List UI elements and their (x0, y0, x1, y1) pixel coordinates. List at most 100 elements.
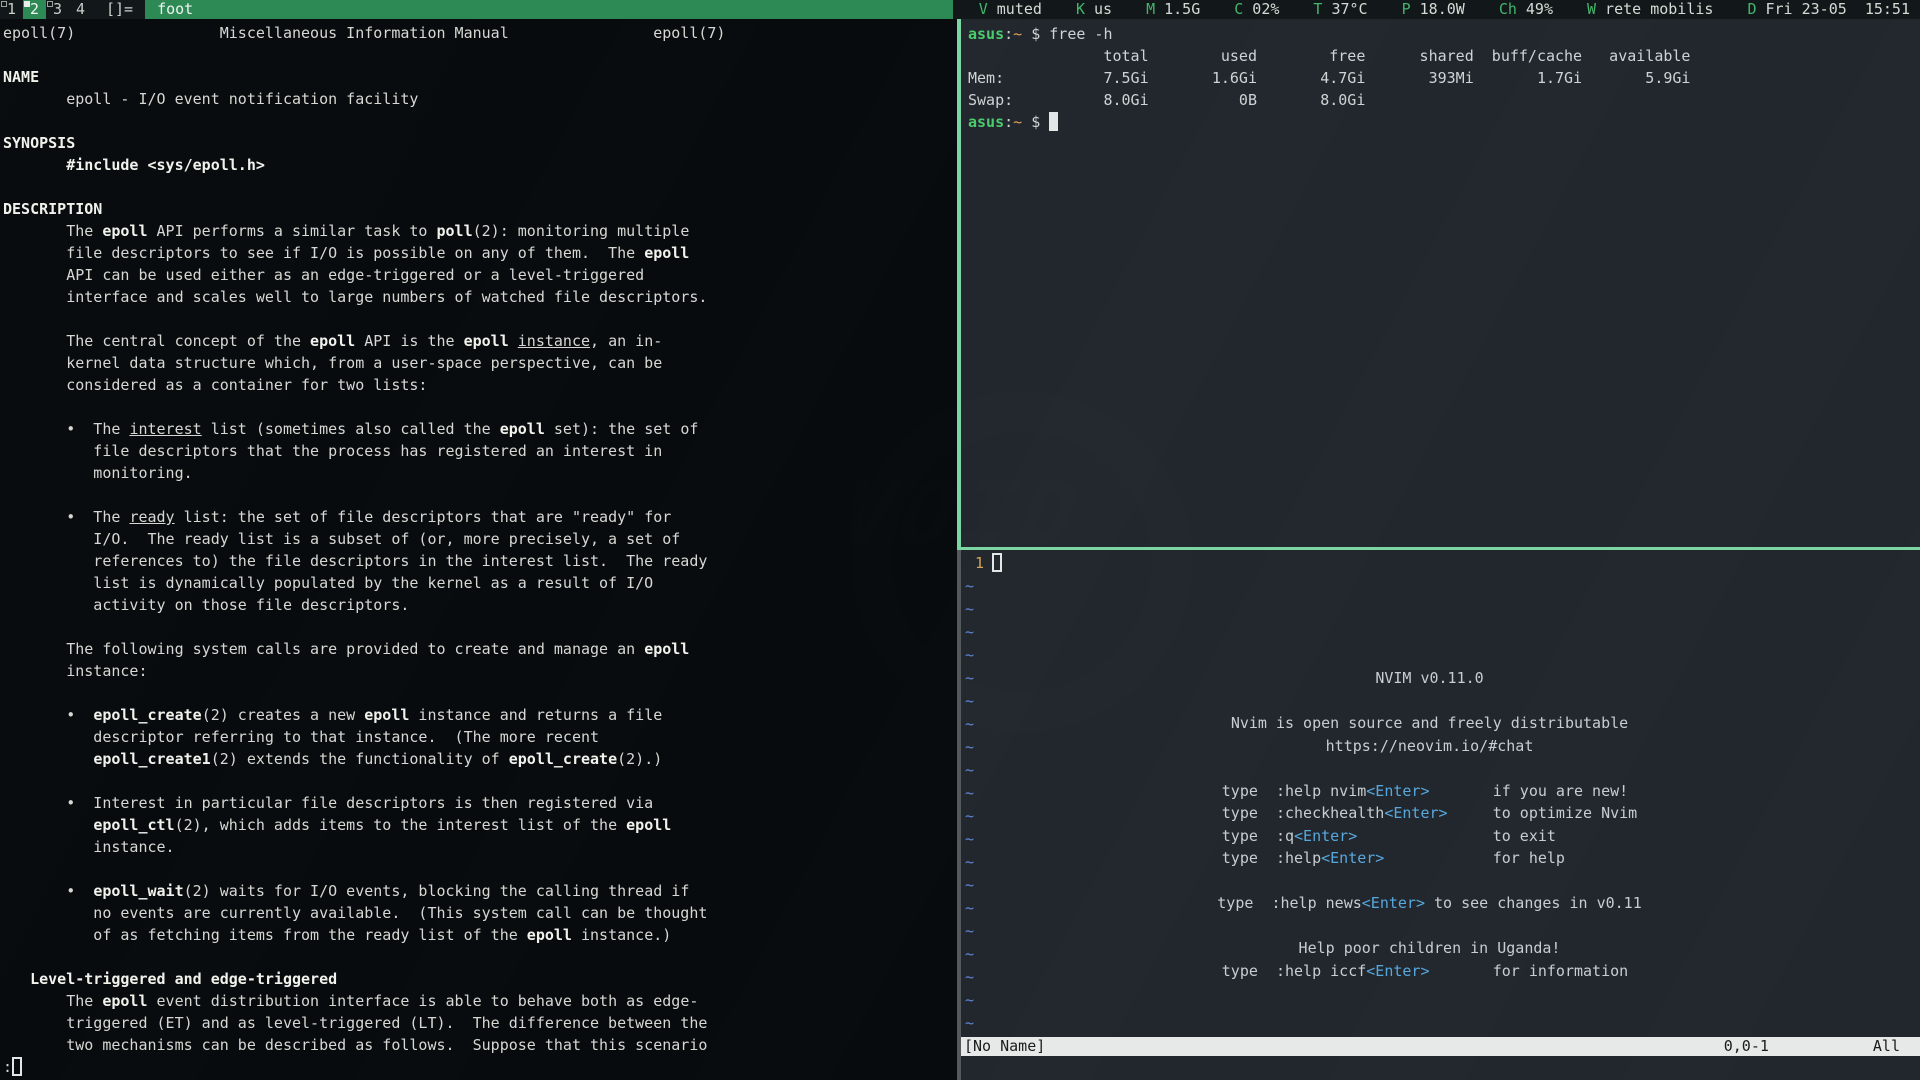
man-page-line: no events are currently available. (This… (3, 902, 957, 924)
shell-line: Swap: 8.0Gi 0B 8.0Gi (968, 89, 1920, 111)
status-m: M 1.5G (1146, 0, 1200, 19)
man-page-line: instance: (3, 660, 957, 682)
status-t: T 37°C (1313, 0, 1367, 19)
shell-output: asus:~ $ free -h total used free shared … (968, 23, 1920, 133)
tag-client-indicator (1, 1, 7, 7)
status-d: D Fri 23-05 15:51 (1747, 0, 1910, 19)
man-page-line (3, 946, 957, 968)
terminal-manpage-pane[interactable]: epoll(7) Miscellaneous Information Manua… (0, 19, 957, 1080)
nvim-intro-line (961, 870, 1898, 893)
tag-label: 2 (30, 0, 39, 18)
focused-border-vertical (957, 19, 961, 550)
focused-border-horizontal (961, 547, 1920, 550)
nvim-tilde: ~ (965, 989, 974, 1012)
man-page-line (3, 616, 957, 638)
man-page-line: Level-triggered and edge-triggered (3, 968, 957, 990)
nvim-current-line: 1 (961, 552, 1002, 575)
nvim-buffer[interactable]: 1 ~~~~~~~~~~~~~~~~~~~~ NVIM v0.11.0 Nvim… (961, 550, 1920, 1037)
tag-client-indicator (24, 1, 30, 7)
status-key: V (979, 0, 988, 18)
nvim-intro-line: type :q<Enter> to exit (961, 825, 1898, 848)
nvim-cursor (992, 553, 1002, 572)
desktop: VOID 1234 []= foot V mutedK usM 1.5GC 02… (0, 0, 1920, 1080)
nvim-cmdline (961, 1056, 1920, 1080)
man-page-line: The epoll event distribution interface i… (3, 990, 957, 1012)
nvim-intro-line: Nvim is open source and freely distribut… (961, 712, 1898, 735)
man-page-line: epoll_ctl(2), which adds items to the in… (3, 814, 957, 836)
status-w: W rete mobilis (1587, 0, 1713, 19)
neovim-pane[interactable]: 1 ~~~~~~~~~~~~~~~~~~~~ NVIM v0.11.0 Nvim… (961, 550, 1920, 1080)
nvim-buffer-name: [No Name] (964, 1037, 1045, 1056)
status-key: Ch (1499, 0, 1517, 18)
nvim-intro-line: type :checkhealth<Enter> to optimize Nvi… (961, 802, 1898, 825)
man-page-line: epoll - I/O event notification facility (3, 88, 957, 110)
man-page-line: DESCRIPTION (3, 198, 957, 220)
nvim-scroll-position: All (1873, 1037, 1900, 1056)
man-page-line: • epoll_create(2) creates a new epoll in… (3, 704, 957, 726)
man-page-line (3, 396, 957, 418)
shell-line: asus:~ $ free -h (968, 23, 1920, 45)
nvim-intro-line: Help poor children in Uganda! (961, 937, 1898, 960)
man-page-line: interface and scales well to large numbe… (3, 286, 957, 308)
tag-client-indicator (47, 1, 53, 7)
nvim-statusline: [No Name] 0,0-1 All (961, 1037, 1920, 1056)
status-v: V muted (979, 0, 1042, 19)
pager-cursor (12, 1057, 22, 1076)
man-page-line: descriptor referring to that instance. (… (3, 726, 957, 748)
status-k: K us (1076, 0, 1112, 19)
shell-line: total used free shared buff/cache availa… (968, 45, 1920, 67)
man-page-line (3, 110, 957, 132)
man-page-line: of as fetching items from the ready list… (3, 924, 957, 946)
workspace-tag-1[interactable]: 1 (0, 0, 23, 19)
man-page-line: two mechanisms can be described as follo… (3, 1034, 957, 1056)
nvim-tilde: ~ (965, 644, 974, 667)
man-page-line: I/O. The ready list is a subset of (or, … (3, 528, 957, 550)
man-page-line (3, 176, 957, 198)
man-page-line: file descriptors to see if I/O is possib… (3, 242, 957, 264)
unfocused-border-vertical (957, 550, 961, 1080)
nvim-intro-line: NVIM v0.11.0 (961, 667, 1898, 690)
man-page-line: The central concept of the epoll API is … (3, 330, 957, 352)
shell-line: Mem: 7.5Gi 1.6Gi 4.7Gi 393Mi 1.7Gi 5.9Gi (968, 67, 1920, 89)
man-page-line: instance. (3, 836, 957, 858)
man-page-line: epoll_create1(2) extends the functionali… (3, 748, 957, 770)
man-page-line: API can be used either as an edge-trigge… (3, 264, 957, 286)
layout-symbol[interactable]: []= (92, 0, 145, 19)
nvim-intro-line: type :help<Enter> for help (961, 847, 1898, 870)
man-page-line: • The ready list: the set of file descri… (3, 506, 957, 528)
man-page-line: NAME (3, 66, 957, 88)
status-c: C 02% (1234, 0, 1279, 19)
status-key: C (1234, 0, 1243, 18)
status-key: K (1076, 0, 1085, 18)
tag-label: 3 (53, 0, 62, 18)
man-page-line: activity on those file descriptors. (3, 594, 957, 616)
workspace-tag-4[interactable]: 4 (69, 0, 92, 19)
man-page-line (3, 484, 957, 506)
status-key: P (1402, 0, 1411, 18)
status-key: T (1313, 0, 1322, 18)
man-page-line (3, 858, 957, 880)
terminal-shell-pane[interactable]: asus:~ $ free -h total used free shared … (961, 19, 1920, 547)
status-key: D (1747, 0, 1756, 18)
nvim-tilde: ~ (965, 575, 974, 598)
nvim-intro-line: type :help news<Enter> to see changes in… (961, 892, 1898, 915)
nvim-tilde: ~ (965, 598, 974, 621)
man-page-content: epoll(7) Miscellaneous Information Manua… (3, 22, 957, 1056)
shell-line: asus:~ $ (968, 111, 1920, 133)
workspace-tag-3[interactable]: 3 (46, 0, 69, 19)
man-page-line (3, 770, 957, 792)
nvim-intro-line (961, 757, 1898, 780)
man-page-line: epoll(7) Miscellaneous Information Manua… (3, 22, 957, 44)
man-page-line: file descriptors that the process has re… (3, 440, 957, 462)
nvim-tilde: ~ (965, 621, 974, 644)
nvim-intro-line (961, 690, 1898, 713)
man-page-line: The epoll API performs a similar task to… (3, 220, 957, 242)
man-page-line (3, 682, 957, 704)
nvim-line-number: 1 (975, 554, 984, 572)
man-page-line (3, 44, 957, 66)
man-page-line: references to) the file descriptors in t… (3, 550, 957, 572)
workspace-tag-2[interactable]: 2 (23, 0, 46, 19)
nvim-ruler: 0,0-1 (1724, 1037, 1769, 1056)
workspace-tags: 1234 (0, 0, 92, 19)
man-page-line: • The interest list (sometimes also call… (3, 418, 957, 440)
